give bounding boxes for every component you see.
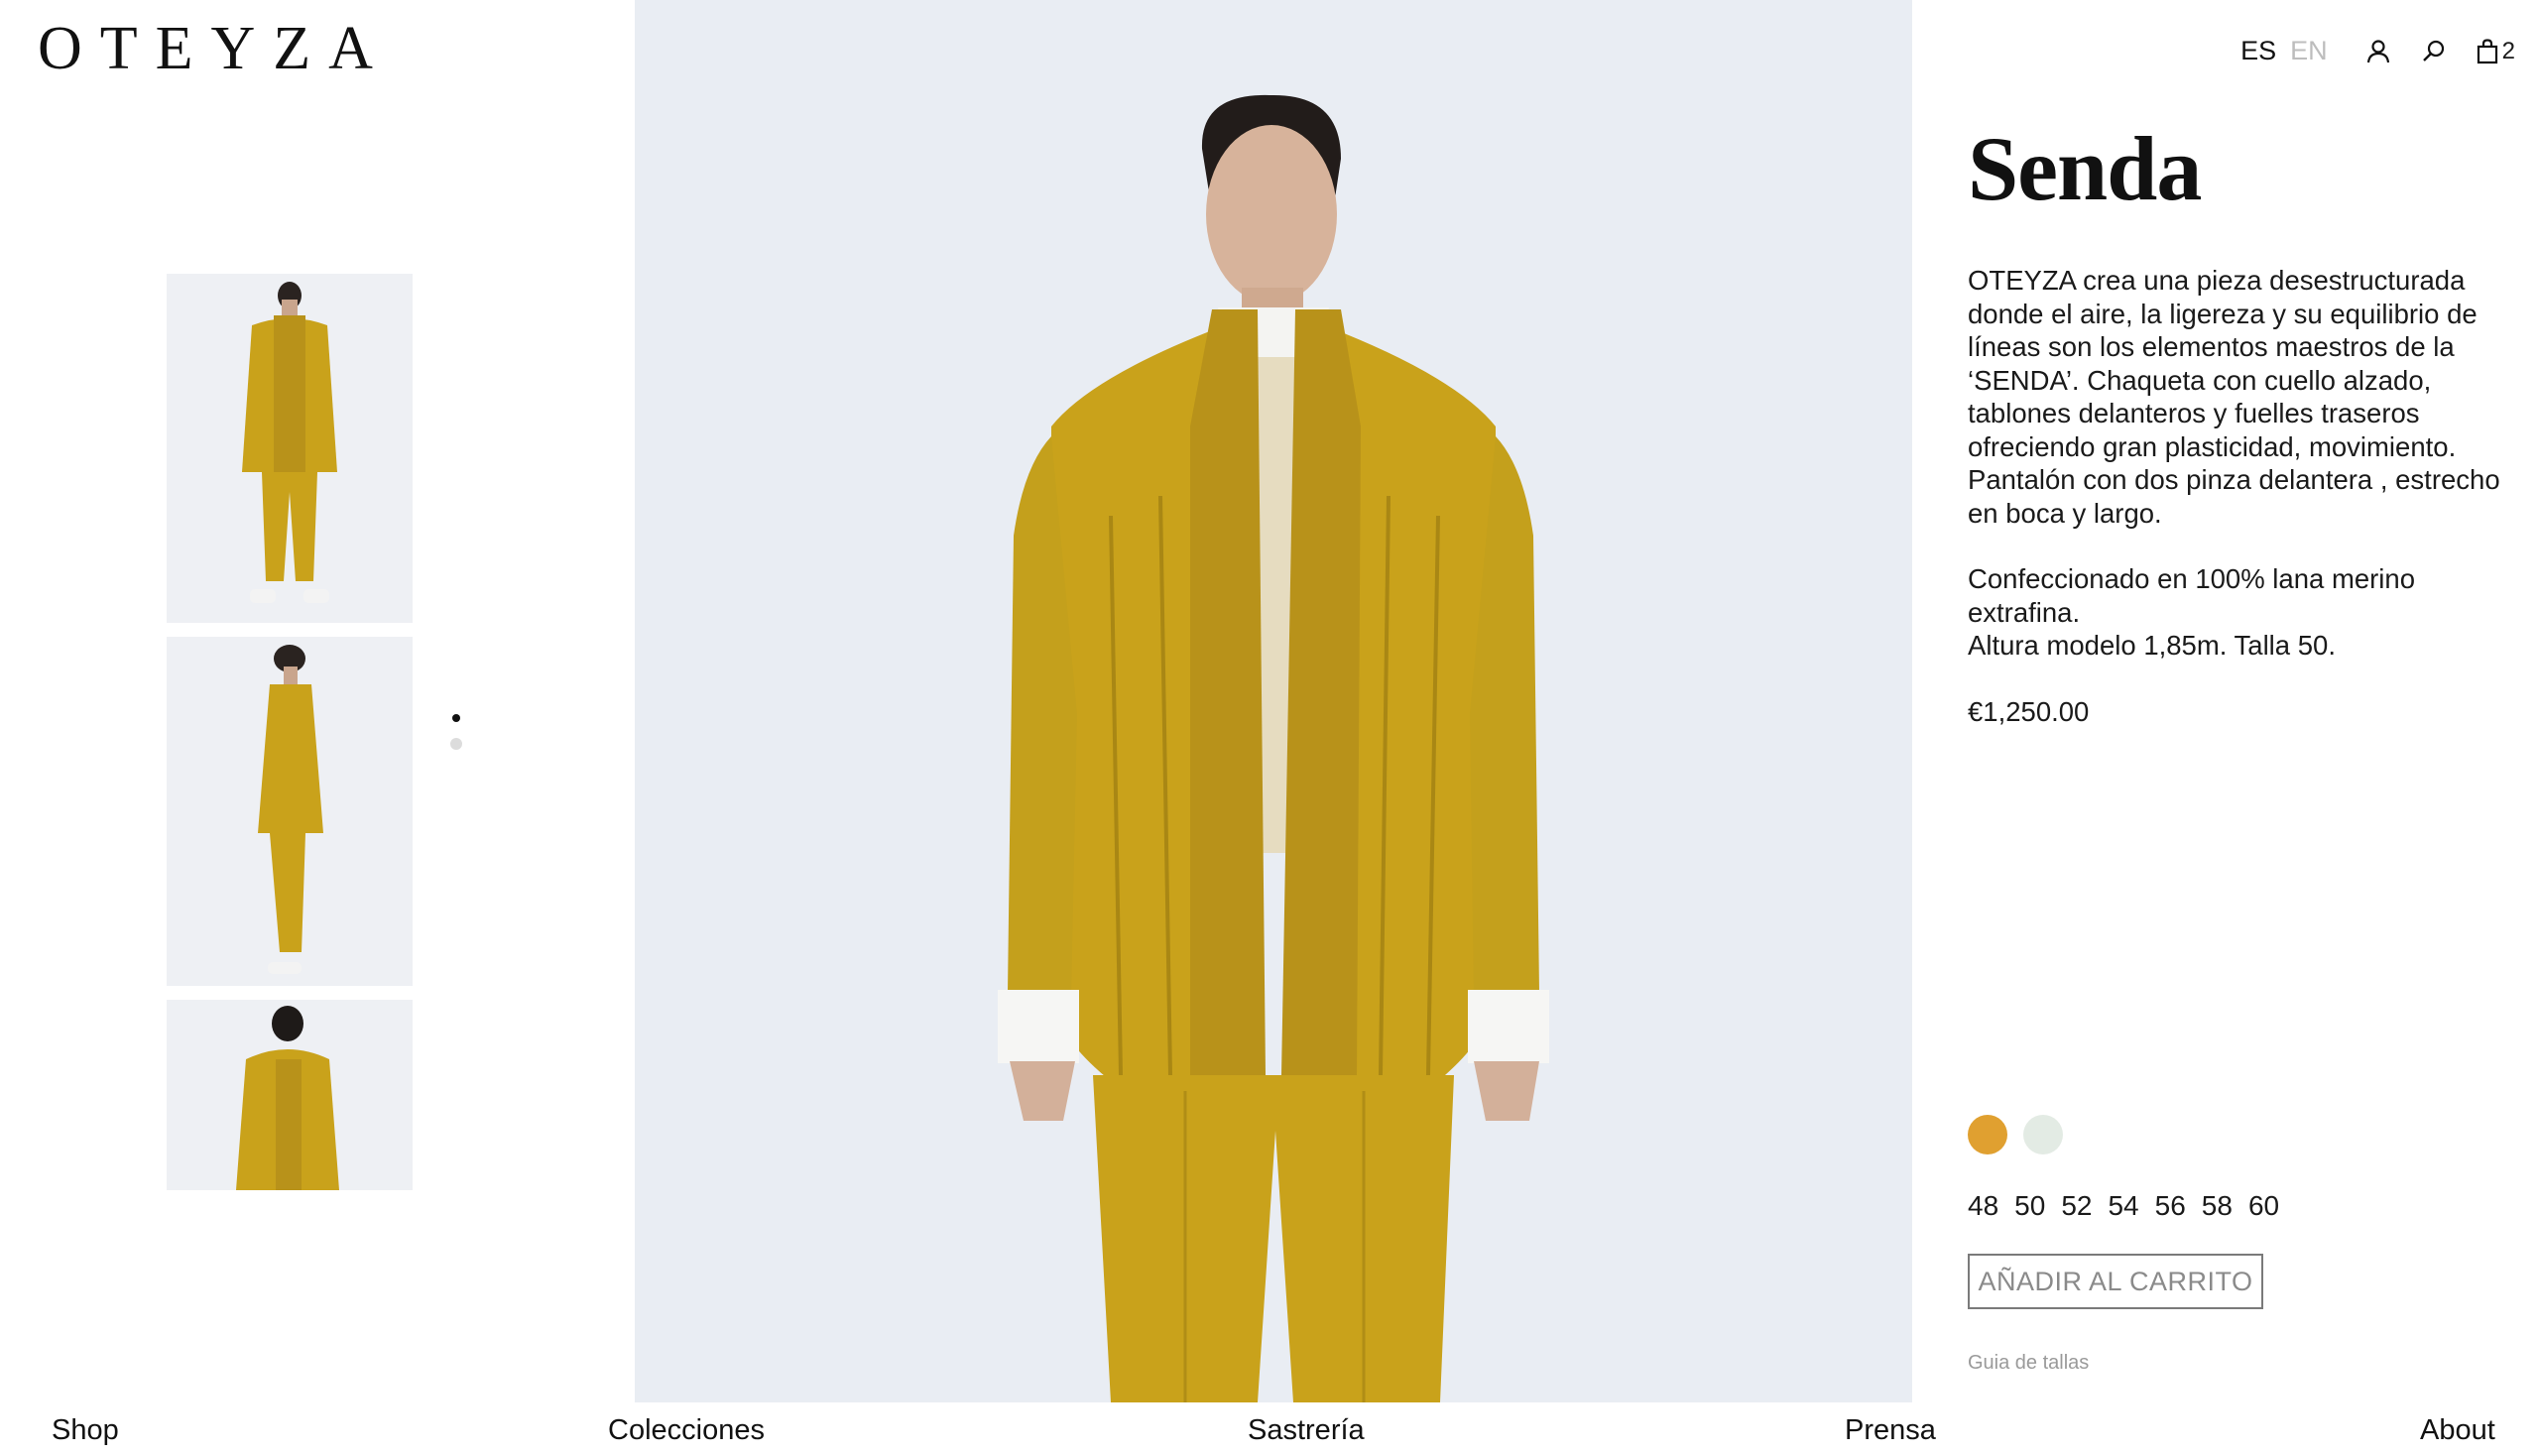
brand-logo[interactable]: OTEYZA	[38, 14, 391, 83]
add-to-cart-button[interactable]: AÑADIR AL CARRITO	[1968, 1254, 2263, 1309]
pagination-dot-active[interactable]	[452, 714, 460, 722]
thumbnail-side[interactable]	[167, 637, 413, 986]
header-utilities: ES EN 2	[2240, 36, 2515, 66]
description-paragraph: OTEYZA crea una pieza desestructurada do…	[1968, 265, 2500, 529]
product-details: Senda OTEYZA crea una pieza desestructur…	[1968, 119, 2503, 728]
description-paragraph: Confeccionado en 100% lana merino extraf…	[1968, 563, 2415, 661]
gallery-pagination	[450, 714, 462, 766]
color-swatch-mint[interactable]	[2023, 1115, 2063, 1154]
footer-link-sastreria[interactable]: Sastrería	[1248, 1414, 1365, 1447]
product-description: OTEYZA crea una pieza desestructurada do…	[1968, 264, 2503, 663]
bag-icon	[2477, 38, 2498, 64]
product-title: Senda	[1968, 118, 2202, 219]
size-option[interactable]: 60	[2248, 1190, 2279, 1222]
footer-link-colecciones[interactable]: Colecciones	[608, 1414, 765, 1447]
size-option[interactable]: 52	[2061, 1190, 2092, 1222]
size-option[interactable]: 58	[2202, 1190, 2233, 1222]
footer-link-shop[interactable]: Shop	[52, 1414, 119, 1447]
cart-button[interactable]: 2	[2477, 38, 2515, 65]
language-en[interactable]: EN	[2290, 36, 2328, 66]
thumbnail-front[interactable]	[167, 274, 413, 623]
size-option[interactable]: 54	[2108, 1190, 2138, 1222]
product-price: €1,250.00	[1968, 695, 2090, 727]
size-option[interactable]: 50	[2014, 1190, 2045, 1222]
size-guide-link[interactable]: Guia de tallas	[1968, 1352, 2089, 1375]
color-swatches	[1968, 1115, 2079, 1154]
main-product-image	[635, 0, 1912, 1402]
thumbnail-back[interactable]	[167, 1000, 413, 1190]
account-icon[interactable]	[2365, 39, 2391, 64]
size-option[interactable]: 48	[1968, 1190, 1998, 1222]
size-selector: 48 50 52 54 56 58 60	[1968, 1190, 2295, 1222]
thumbnail-list	[167, 274, 413, 1190]
footer-nav: Shop Colecciones Sastrería Prensa About	[0, 1414, 2539, 1450]
cart-count: 2	[2501, 37, 2515, 64]
pagination-dot[interactable]	[450, 738, 462, 750]
color-swatch-mustard[interactable]	[1968, 1115, 2007, 1154]
search-icon[interactable]	[2421, 39, 2447, 64]
language-es[interactable]: ES	[2240, 36, 2276, 66]
size-option[interactable]: 56	[2155, 1190, 2186, 1222]
footer-link-about[interactable]: About	[2420, 1414, 2495, 1447]
footer-link-prensa[interactable]: Prensa	[1845, 1414, 1936, 1447]
